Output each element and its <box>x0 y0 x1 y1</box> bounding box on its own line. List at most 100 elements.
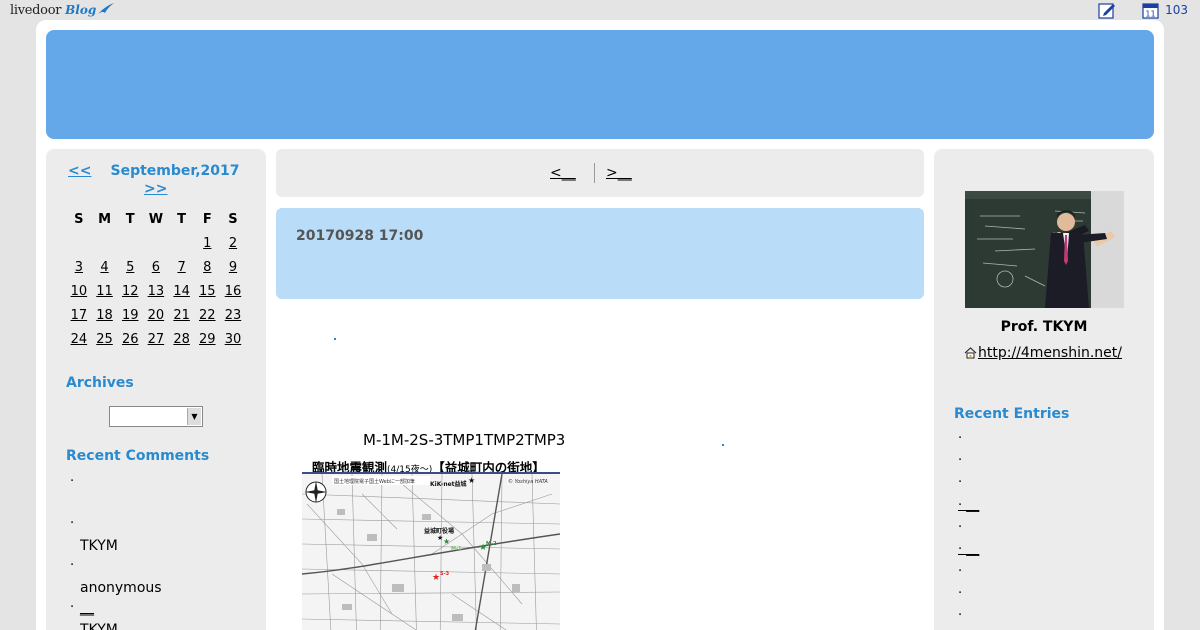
calendar-next-link[interactable]: >> <box>144 181 167 197</box>
entry-navigation: <__ >__ <box>276 149 924 197</box>
station-list-text: M-1M-2S-3TMP1TMP2TMP3 <box>363 431 566 449</box>
svg-text:国土地理院電子国土Webに一部加筆: 国土地理院電子国土Webに一部加筆 <box>334 478 415 485</box>
logo-livedoor-text: livedoor <box>10 2 62 18</box>
calendar-week-row: 3 4 5 6 7 8 9 <box>66 255 246 279</box>
weekday-thu: T <box>177 211 187 227</box>
calendar-day[interactable]: 27 <box>143 327 169 351</box>
calendar-day[interactable]: 21 <box>169 303 195 327</box>
comment-bullet: · <box>70 474 75 489</box>
svg-text:M-2: M-2 <box>486 541 497 547</box>
small-link-dot[interactable] <box>722 444 724 446</box>
calendar-day[interactable]: 13 <box>143 279 169 303</box>
recent-entry-item[interactable]: · <box>958 564 962 579</box>
seismic-map-image[interactable]: 臨時地震観測(4/15夜〜)【益城町内の街地】 国土地理院電子国土Webに一部加… <box>302 456 560 630</box>
svg-text:S-3: S-3 <box>440 571 450 577</box>
calendar-day[interactable]: 25 <box>92 327 118 351</box>
calendar-day[interactable]: 19 <box>117 303 143 327</box>
calendar-day[interactable]: 6 <box>143 255 169 279</box>
recent-entry-item[interactable]: · <box>958 475 962 490</box>
calendar-day[interactable]: 28 <box>169 327 195 351</box>
calendar-icon[interactable]: 11 <box>1142 2 1159 19</box>
weekday-mon: M <box>98 211 111 227</box>
comment-author: TKYM <box>80 622 118 630</box>
calendar-day[interactable]: 23 <box>220 303 246 327</box>
svg-text:★: ★ <box>468 476 475 485</box>
calendar-day <box>117 231 143 255</box>
top-bar: livedoor Blog 11 103 <box>0 0 1200 20</box>
weekday-sun: S <box>74 211 84 227</box>
calendar-prev-link[interactable]: << <box>68 163 91 179</box>
calendar-day[interactable]: 2 <box>220 231 246 255</box>
next-entry-link[interactable]: >__ <box>606 165 632 181</box>
recent-entry-item[interactable]: · __ <box>958 498 979 513</box>
calendar-day[interactable]: 17 <box>66 303 92 327</box>
svg-text:11: 11 <box>1146 9 1156 18</box>
profile-url[interactable]: http://4menshin.net/ <box>978 345 1122 361</box>
archives-select[interactable]: ▼ <box>109 406 203 427</box>
comment-bullet: · <box>70 600 75 615</box>
calendar-day[interactable]: 20 <box>143 303 169 327</box>
recent-entry-item[interactable]: · <box>958 608 962 623</box>
calendar-day[interactable]: 10 <box>66 279 92 303</box>
calendar-week-row: 17 18 19 20 21 22 23 <box>66 303 246 327</box>
calendar-month-title: September,2017 <box>110 163 240 179</box>
recent-entry-item[interactable]: · <box>958 453 962 468</box>
calendar-day[interactable]: 24 <box>66 327 92 351</box>
calendar-day <box>66 231 92 255</box>
recent-entry-item[interactable]: · <box>958 586 962 601</box>
calendar-week-row: 10 11 12 13 14 15 16 <box>66 279 246 303</box>
entry-header: 20170928 17:00 <box>276 208 924 299</box>
calendar-day[interactable]: 3 <box>66 255 92 279</box>
archives-title: Archives <box>66 375 134 391</box>
svg-text:M-1: M-1 <box>451 546 462 552</box>
calendar-day <box>169 231 195 255</box>
calendar-day[interactable]: 8 <box>194 255 220 279</box>
profile-link[interactable]: http://4menshin.net/ <box>964 345 1122 361</box>
calendar-day[interactable]: 12 <box>117 279 143 303</box>
calendar-weekday-row: S M T W T F S <box>66 207 246 231</box>
home-icon <box>964 347 977 359</box>
entry-date: 20170928 17:00 <box>296 228 424 244</box>
calendar-day[interactable]: 29 <box>194 327 220 351</box>
calendar-day[interactable]: 15 <box>194 279 220 303</box>
calendar-day[interactable]: 7 <box>169 255 195 279</box>
calendar-week-row: 24 25 26 27 28 29 30 <box>66 327 246 351</box>
profile-photo[interactable] <box>965 191 1124 308</box>
calendar-day[interactable]: 4 <box>92 255 118 279</box>
weekday-sat: S <box>228 211 238 227</box>
nav-divider <box>594 163 595 183</box>
calendar-day[interactable]: 16 <box>220 279 246 303</box>
top-right-tools: 11 103 <box>1098 1 1188 19</box>
recent-entry-item[interactable]: · <box>958 520 962 535</box>
comment-link[interactable]: __ <box>80 600 94 616</box>
comment-bullet: · <box>70 516 75 531</box>
calendar-day[interactable]: 1 <box>194 231 220 255</box>
svg-text:★: ★ <box>432 573 440 583</box>
blog-header-banner <box>46 30 1154 139</box>
calendar-day[interactable]: 18 <box>92 303 118 327</box>
calendar-day[interactable]: 9 <box>220 255 246 279</box>
calendar-day[interactable]: 14 <box>169 279 195 303</box>
calendar-day[interactable]: 30 <box>220 327 246 351</box>
prev-entry-link[interactable]: <__ <box>550 165 576 181</box>
calendar-day[interactable]: 26 <box>117 327 143 351</box>
calendar-day[interactable]: 5 <box>117 255 143 279</box>
recent-entry-item[interactable]: · __ <box>958 542 979 557</box>
recent-entries-title: Recent Entries <box>954 406 1070 422</box>
svg-text:★: ★ <box>443 537 450 546</box>
calendar-day[interactable]: 22 <box>194 303 220 327</box>
weekday-fri: F <box>202 211 212 227</box>
page-wrapper: << September,2017 >> S M T W T F S 1 2 3… <box>36 20 1164 630</box>
recent-entry-item[interactable]: · <box>958 431 962 446</box>
calendar-table: S M T W T F S 1 2 3 4 5 6 7 8 9 10 11 12… <box>66 207 246 351</box>
weekday-wed: W <box>148 211 164 227</box>
chevron-down-icon[interactable]: ▼ <box>187 408 201 425</box>
post-count[interactable]: 103 <box>1165 3 1188 17</box>
profile-name: Prof. TKYM <box>1000 319 1088 335</box>
small-link-dot[interactable] <box>334 338 336 340</box>
logo-blog-text: Blog <box>65 3 97 17</box>
calendar-day[interactable]: 11 <box>92 279 118 303</box>
livedoor-blog-logo[interactable]: livedoor Blog <box>10 1 115 19</box>
calendar-week-row: 1 2 <box>66 231 246 255</box>
edit-icon[interactable] <box>1098 2 1116 19</box>
